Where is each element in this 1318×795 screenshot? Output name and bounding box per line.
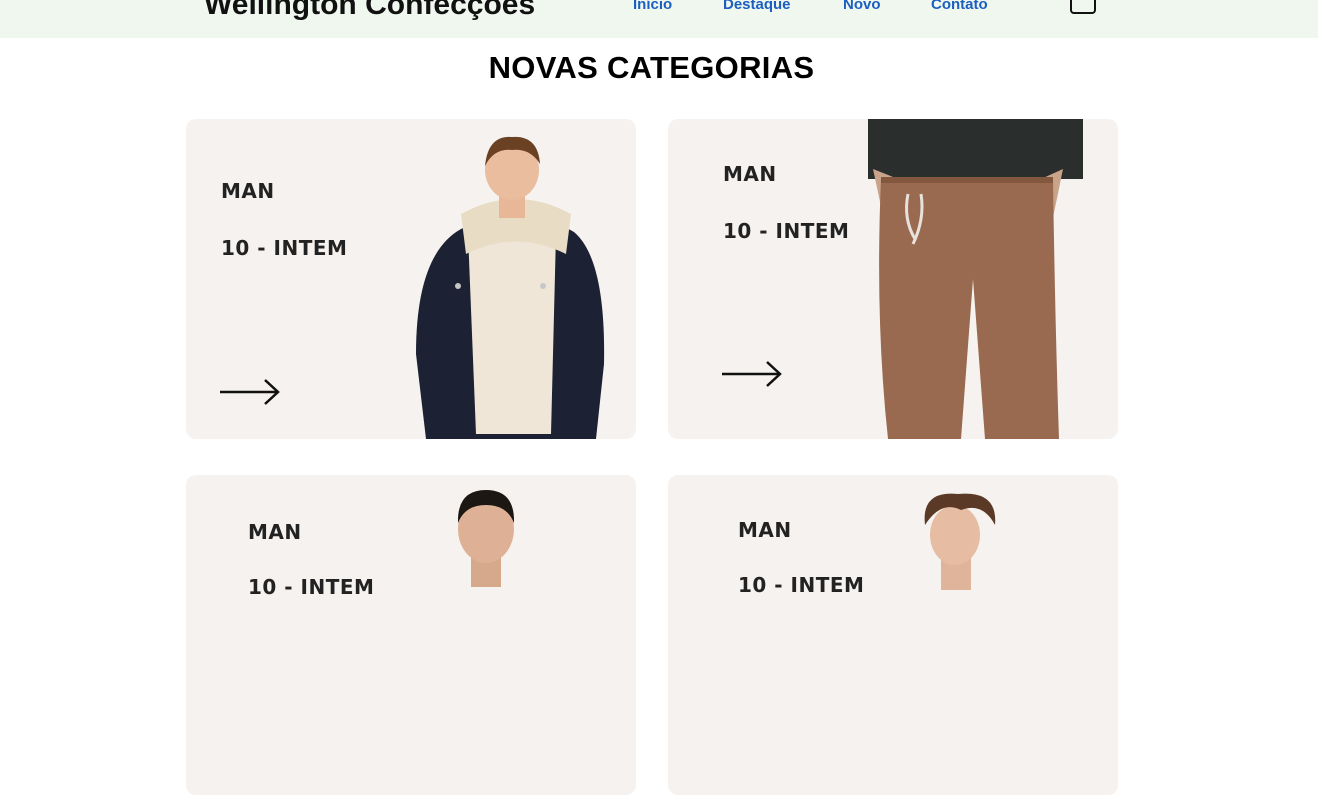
model-portrait-image — [924, 493, 996, 590]
model-jacket-image — [416, 136, 605, 439]
model-portrait-image — [457, 490, 515, 587]
category-card[interactable]: MAN 10 - INTEM — [668, 119, 1118, 439]
site-header: Wellington Confecções Início Destaque No… — [0, 0, 1318, 38]
category-count: 10 - INTEM — [723, 219, 850, 243]
nav-link-novo[interactable]: Novo — [843, 0, 881, 13]
category-label: MAN — [723, 162, 777, 186]
arrow-right-icon[interactable] — [721, 359, 783, 389]
nav-link-inicio[interactable]: Início — [633, 0, 672, 13]
section-title: NOVAS CATEGORIAS — [488, 50, 815, 85]
category-count: 10 - INTEM — [248, 575, 375, 599]
arrow-right-icon[interactable] — [219, 377, 281, 407]
model-pants-image — [868, 119, 1083, 439]
category-count: 10 - INTEM — [221, 236, 348, 260]
category-card[interactable]: MAN 10 - INTEM — [186, 119, 636, 439]
category-count: 10 - INTEM — [738, 573, 865, 597]
category-card[interactable]: MAN 10 - INTEM — [668, 475, 1118, 795]
category-label: MAN — [738, 518, 792, 542]
category-label: MAN — [221, 179, 275, 203]
nav-link-contato[interactable]: Contato — [931, 0, 988, 13]
category-label: MAN — [248, 520, 302, 544]
category-card[interactable]: MAN 10 - INTEM — [186, 475, 636, 795]
nav-link-destaque[interactable]: Destaque — [723, 0, 791, 13]
cart-icon[interactable] — [1070, 0, 1096, 14]
brand-logo[interactable]: Wellington Confecções — [204, 0, 535, 22]
